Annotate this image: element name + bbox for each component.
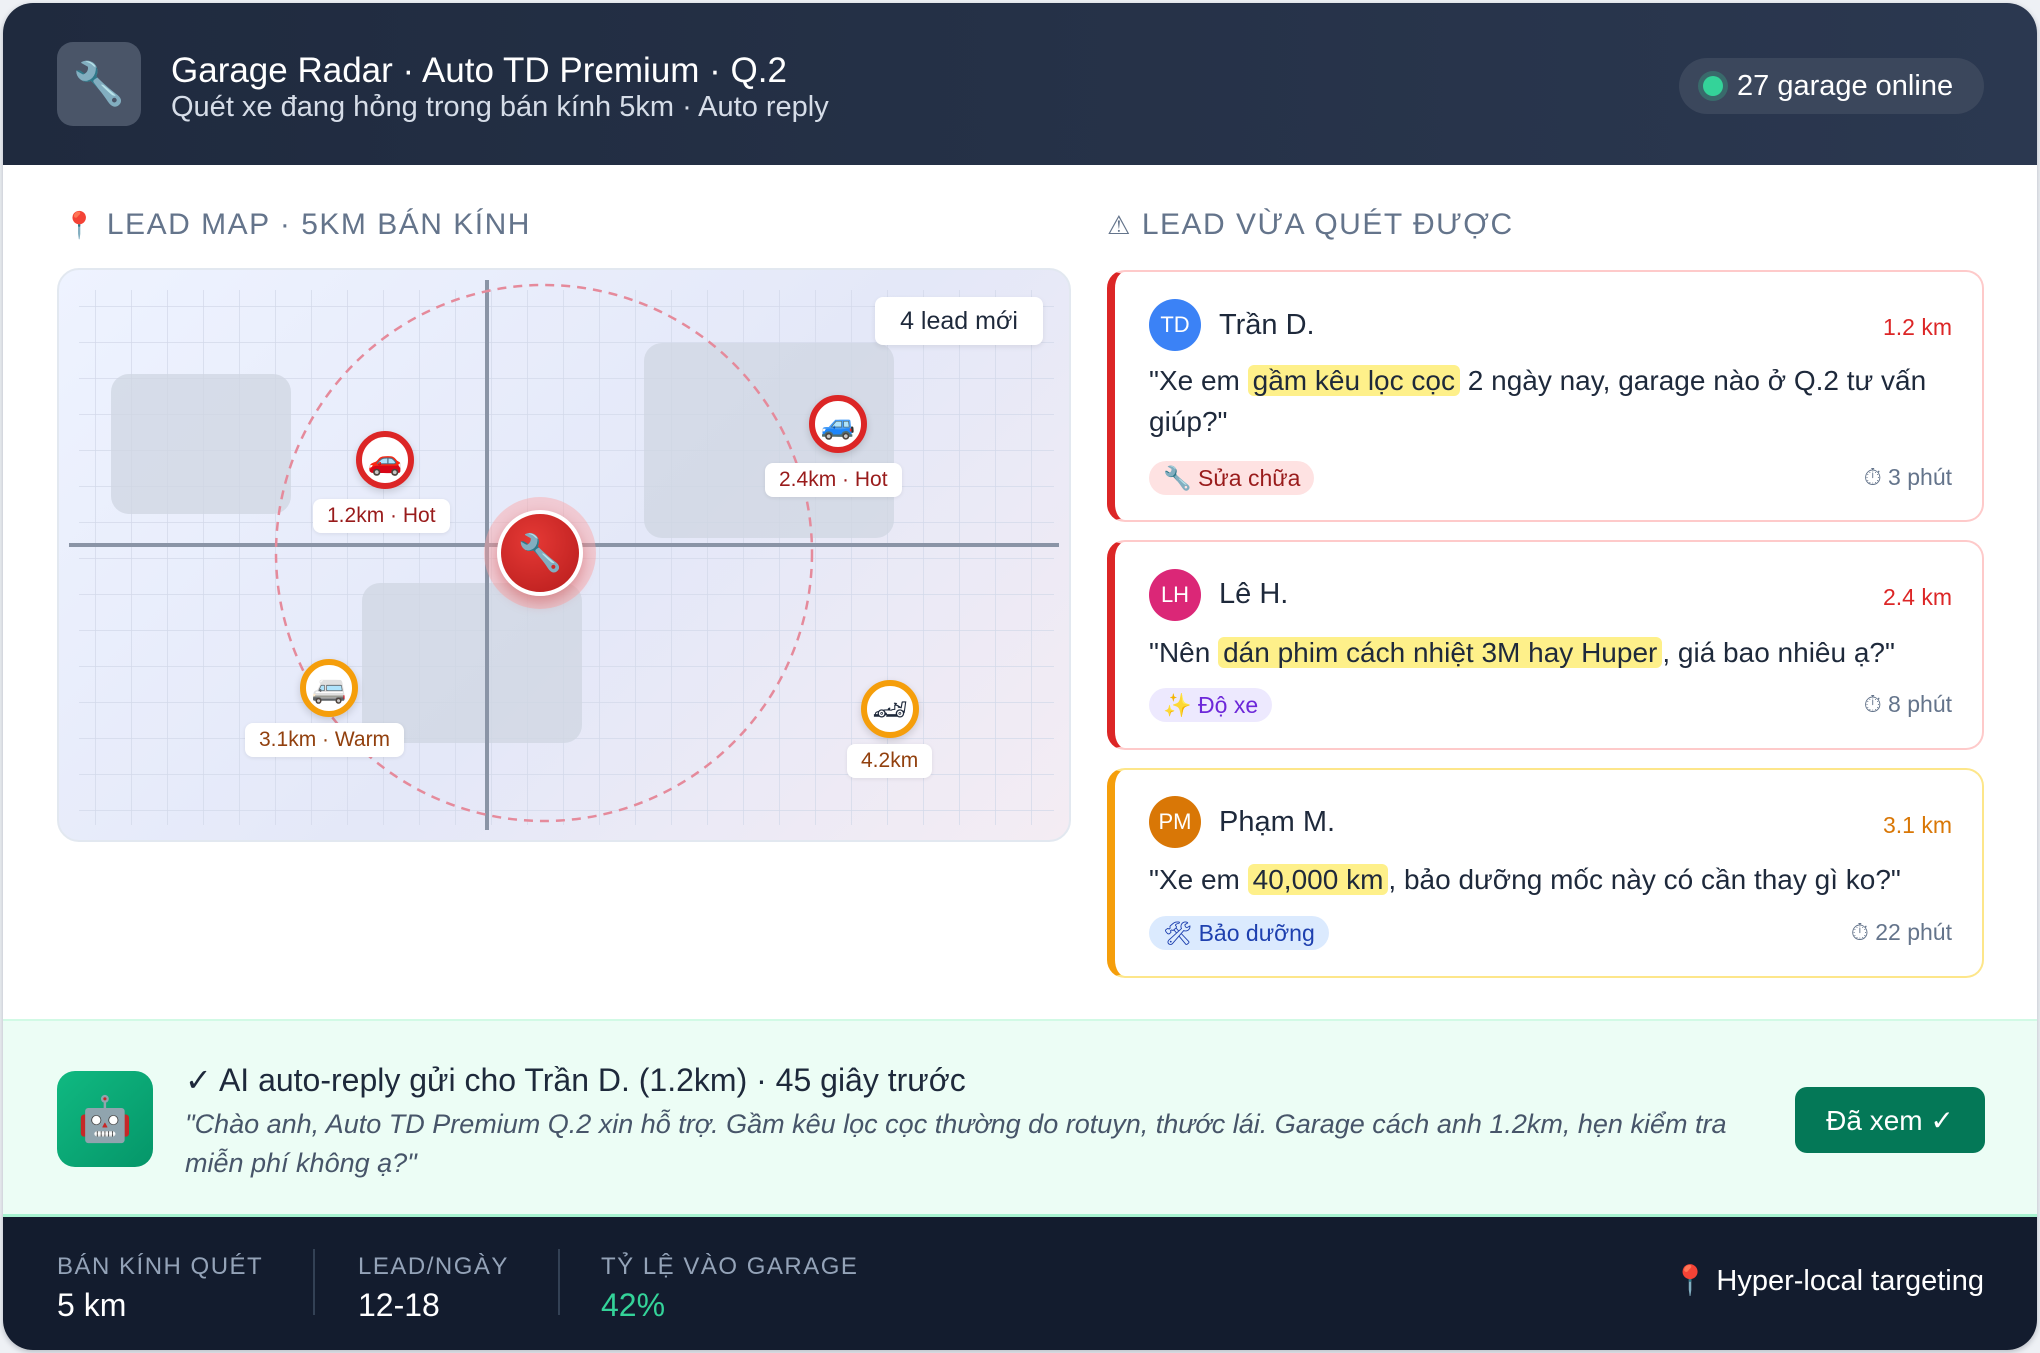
status-dot-icon [1703, 76, 1723, 96]
pin-label: 4.2km [847, 744, 933, 778]
lead-name: Phạm M. [1219, 806, 1336, 838]
lead-message-text: , giá bao nhiêu ạ?" [1662, 637, 1895, 668]
app-subtitle: Quét xe đang hỏng trong bán kính 5km · A… [171, 91, 829, 123]
keyword-highlight: dán phim cách nhiệt 3M hay Huper [1218, 637, 1663, 668]
stat-leads-per-day: LEAD/NGÀY 12-18 [358, 1253, 509, 1324]
garage-location-pin[interactable]: 🔧 [484, 497, 596, 609]
pin-icon: 📍 [63, 210, 97, 240]
stat-value: 12-18 [358, 1287, 440, 1323]
car-icon[interactable]: 🚗 [356, 431, 414, 489]
lead-distance: 2.4 km [1882, 584, 1952, 610]
keyword-highlight: gầm kêu lọc cọc [1247, 365, 1460, 396]
lead-message-text: , bảo dưỡng mốc này có cần thay gì ko?" [1388, 864, 1901, 895]
avatar: TD [1149, 299, 1201, 351]
lead-distance: 1.2 km [1882, 314, 1952, 340]
online-status-badge: 27 garage online [1679, 58, 1984, 114]
targeting-text: Hyper-local targeting [1716, 1265, 1984, 1297]
stat-label: TỶ LỆ VÀO GARAGE [601, 1253, 859, 1280]
wrench-icon: 🔧 [497, 510, 583, 596]
category-tag: 🛠 Bảo dưỡng [1149, 916, 1329, 950]
pin-label: 1.2km · Hot [313, 499, 450, 533]
header: 🔧 Garage Radar · Auto TD Premium · Q.2 Q… [3, 3, 2037, 165]
van-icon[interactable]: 🚐 [300, 659, 358, 717]
targeting-label: 📍 Hyper-local targeting [1672, 1264, 1984, 1298]
lead-message-text: "Xe em [1149, 365, 1248, 396]
suv-icon[interactable]: 🚙 [809, 395, 867, 453]
pin-label: 3.1km · Warm [245, 723, 405, 757]
robot-icon: 🤖 [57, 1071, 153, 1167]
warning-icon: ⚠ [1107, 210, 1132, 240]
keyword-highlight: 40,000 km [1247, 864, 1389, 895]
lead-message-text: "Xe em [1149, 864, 1248, 895]
category-tag: 🔧 Sửa chữa [1149, 461, 1315, 495]
avatar: LH [1149, 569, 1201, 621]
lead-message: "Xe em gầm kêu lọc cọc 2 ngày nay, garag… [1149, 360, 1948, 442]
lead-message: "Xe em 40,000 km, bảo dưỡng mốc này có c… [1149, 859, 1948, 900]
divider [313, 1249, 315, 1315]
leads-section-title: ⚠ LEAD VỪA QUÉT ĐƯỢC [1107, 208, 1514, 242]
lead-message: "Nên dán phim cách nhiệt 3M hay Huper, g… [1149, 632, 1948, 673]
map-section-title-text: LEAD MAP · 5KM BÁN KÍNH [106, 208, 531, 241]
lead-time: ⏱ 22 phút [1850, 919, 1952, 945]
auto-reply-title: ✓ AI auto-reply gửi cho Trần D. (1.2km) … [185, 1062, 966, 1098]
lead-time: ⏱ 8 phút [1863, 691, 1952, 717]
wrench-icon: 🔧 [57, 42, 141, 126]
stat-conversion-rate: TỶ LỆ VÀO GARAGE 42% [601, 1253, 858, 1324]
new-leads-badge: 4 lead mới [875, 297, 1043, 345]
lead-card[interactable]: LH Lê H. 2.4 km "Nên dán phim cách nhiệt… [1107, 540, 1984, 750]
pin-icon: 📍 [1672, 1265, 1709, 1297]
app-title: Garage Radar · Auto TD Premium · Q.2 [171, 51, 787, 90]
lead-message-text: "Nên [1149, 637, 1219, 668]
category-tag: ✨ Độ xe [1149, 688, 1273, 722]
stat-value: 5 km [57, 1287, 127, 1323]
lead-card[interactable]: PM Phạm M. 3.1 km "Xe em 40,000 km, bảo … [1107, 768, 1984, 978]
sports-car-icon[interactable]: 🏎 [861, 680, 919, 738]
lead-map[interactable]: 4 lead mới 🔧 🚗 1.2km · Hot 🚙 2.4km · Hot… [57, 268, 1071, 842]
mark-seen-button[interactable]: Đã xem ✓ [1795, 1087, 1985, 1153]
lead-time: ⏱ 3 phút [1863, 464, 1952, 490]
avatar: PM [1149, 796, 1201, 848]
stat-label: LEAD/NGÀY [358, 1253, 509, 1280]
lead-card[interactable]: TD Trần D. 1.2 km "Xe em gầm kêu lọc cọc… [1107, 270, 1984, 522]
stat-scan-radius: BÁN KÍNH QUÉT 5 km [57, 1253, 263, 1324]
divider [558, 1249, 560, 1315]
map-section-title: 📍 LEAD MAP · 5KM BÁN KÍNH [63, 208, 531, 242]
lead-name: Trần D. [1219, 309, 1315, 341]
footer-stats-bar: BÁN KÍNH QUÉT 5 km LEAD/NGÀY 12-18 TỶ LỆ… [3, 1217, 2037, 1350]
lead-name: Lê H. [1219, 578, 1289, 610]
leads-section-title-text: LEAD VỪA QUÉT ĐƯỢC [1141, 208, 1514, 241]
auto-reply-message: "Chào anh, Auto TD Premium Q.2 xin hỗ tr… [185, 1109, 1727, 1178]
stat-value: 42% [601, 1287, 666, 1323]
lead-distance: 3.1 km [1882, 812, 1952, 838]
stat-label: BÁN KÍNH QUÉT [57, 1253, 264, 1280]
online-status-text: 27 garage online [1737, 69, 1954, 102]
pin-label: 2.4km · Hot [765, 463, 902, 497]
garage-radar-card: 🔧 Garage Radar · Auto TD Premium · Q.2 Q… [3, 3, 2037, 1350]
auto-reply-panel: 🤖 ✓ AI auto-reply gửi cho Trần D. (1.2km… [3, 1019, 2037, 1217]
map-block [111, 374, 291, 514]
